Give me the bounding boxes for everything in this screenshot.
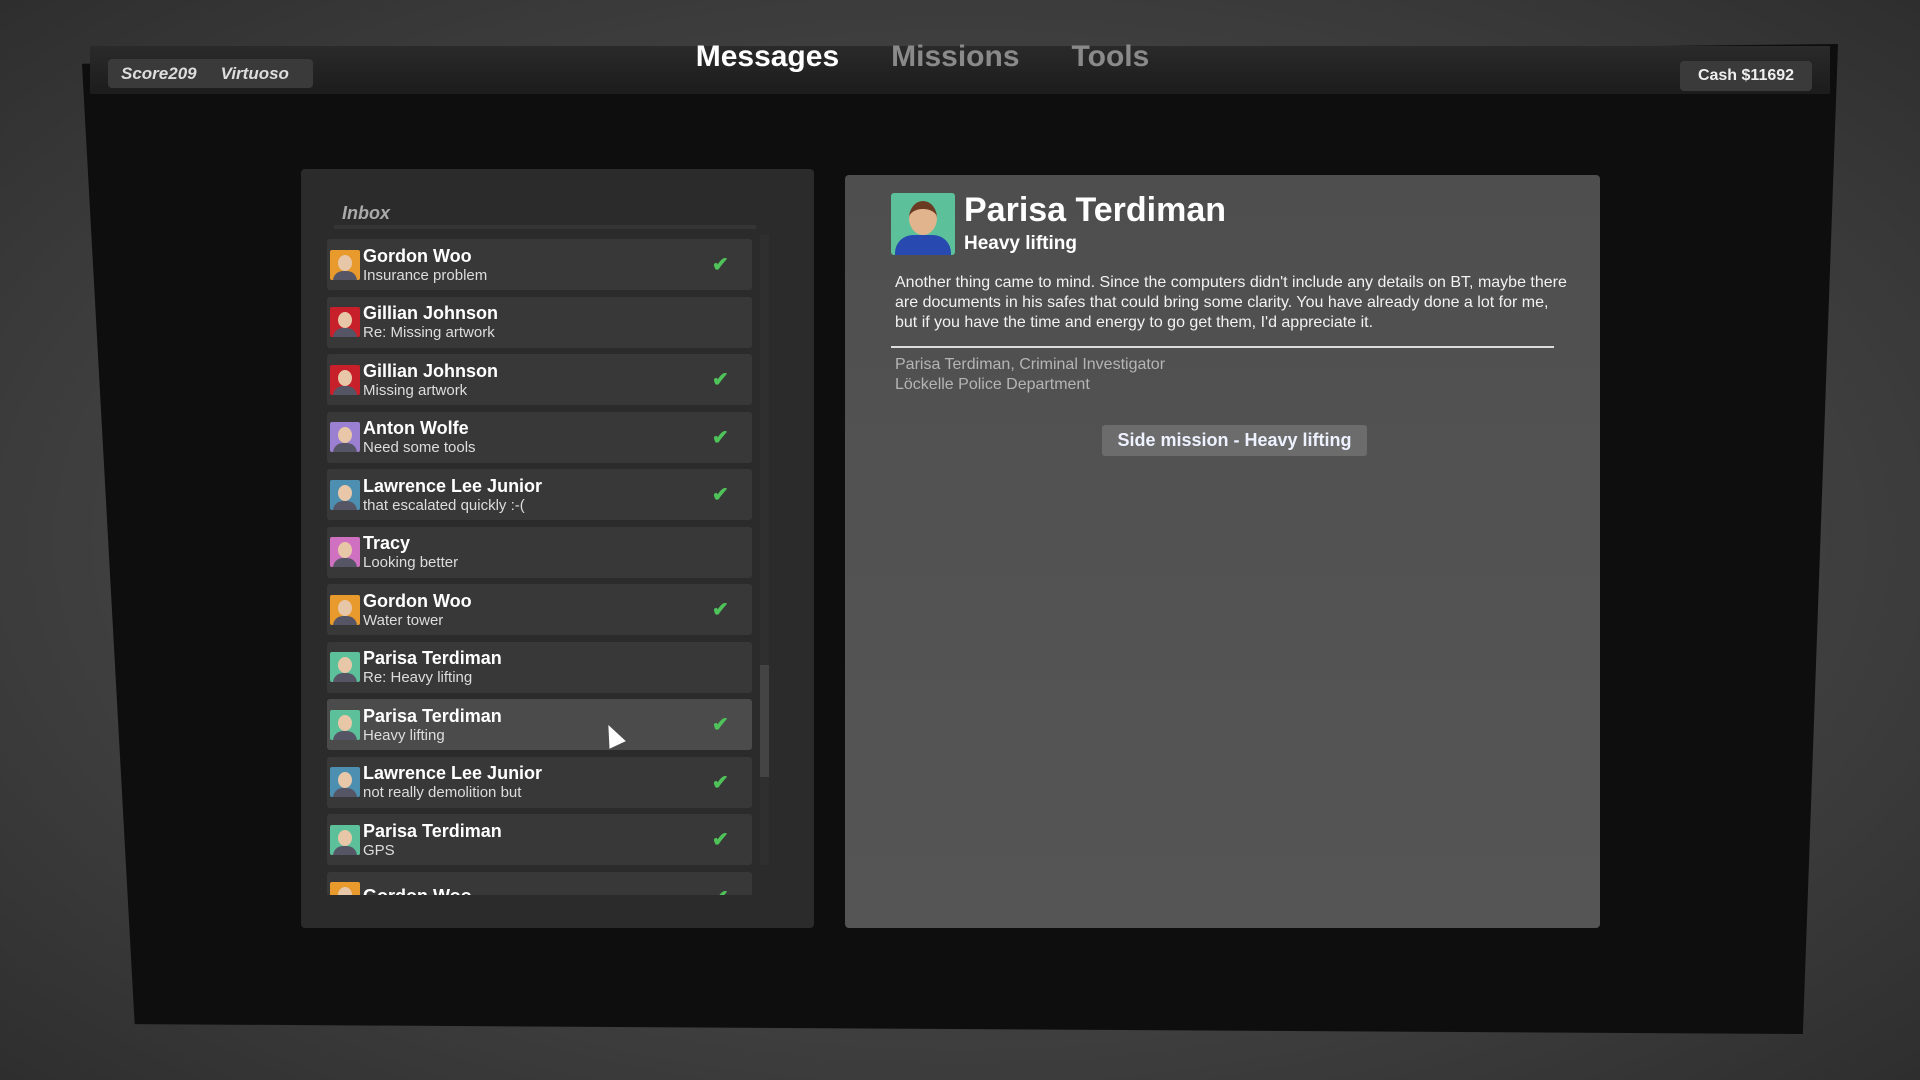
sender-name: Gordon Woo [363, 245, 472, 266]
inbox-item[interactable]: Parisa Terdiman Heavy lifting ✔ [327, 699, 752, 750]
message-signature: Parisa Terdiman, Criminal Investigator L… [895, 355, 1165, 395]
avatar [330, 652, 360, 682]
inbox-item[interactable]: Lawrence Lee Junior not really demolitio… [327, 756, 752, 808]
scrollbar-thumb[interactable] [760, 665, 769, 777]
sender-name: Anton Wolfe [363, 418, 469, 438]
sender-name: Gillian Johnson [363, 360, 499, 381]
message-body: Another thing came to mind. Since the co… [895, 274, 1567, 331]
checkmark-icon: ✔ [712, 254, 729, 276]
sender-avatar [891, 193, 955, 255]
message-subject: Need some tools [363, 439, 476, 456]
message-subject: that escalated quickly :-( [363, 496, 525, 514]
avatar [330, 307, 360, 337]
avatar [330, 824, 360, 855]
avatar [330, 709, 360, 740]
checkmark-icon: ✔ [712, 426, 729, 449]
sender-name: Gordon Woo [363, 887, 712, 896]
sender-name: Gordon Woo [363, 590, 472, 611]
avatar [330, 594, 360, 625]
avatar [330, 767, 360, 797]
avatar [330, 364, 360, 395]
scrollbar[interactable] [760, 235, 769, 865]
inbox-item[interactable]: Tracy Looking better [327, 526, 752, 578]
main-tabs: Messages Missions Tools [0, 40, 1920, 74]
inbox-item[interactable]: Gillian Johnson Re: Missing artwork [327, 296, 752, 348]
side-mission-button[interactable]: Side mission - Heavy lifting [1102, 425, 1367, 456]
sender-name: Parisa Terdiman [363, 648, 502, 668]
avatar [330, 537, 360, 567]
sender-name: Gillian Johnson [363, 303, 499, 323]
message-subject: Heavy lifting [363, 726, 445, 744]
message-sender: Parisa Terdiman [964, 191, 1227, 229]
checkmark-icon: ✔ [712, 829, 729, 851]
avatar [330, 249, 360, 280]
inbox-title: Inbox [342, 203, 390, 223]
signature-line-2: Löckelle Police Department [895, 376, 1090, 393]
message-subject: Heavy lifting [964, 233, 1077, 254]
message-subject: Looking better [363, 554, 459, 571]
divider [334, 225, 756, 229]
sender-name: Parisa Terdiman [363, 820, 502, 841]
inbox-item[interactable]: Parisa Terdiman GPS ✔ [327, 814, 752, 865]
inbox-item[interactable]: Gordon Woo Insurance problem ✔ [327, 239, 752, 290]
sender-name: Parisa Terdiman [363, 705, 502, 726]
avatar [330, 479, 360, 510]
inbox-item[interactable]: Gordon Woo ✔ [327, 871, 752, 896]
signature-line-1: Parisa Terdiman, Criminal Investigator [895, 356, 1166, 373]
avatar [330, 422, 360, 452]
message-subject: Water tower [363, 611, 444, 629]
sender-name: Lawrence Lee Junior [363, 475, 543, 496]
message-subject: Re: Heavy lifting [363, 669, 473, 686]
inbox-item[interactable]: Lawrence Lee Junior that escalated quick… [327, 469, 752, 520]
inbox-item[interactable]: Anton Wolfe Need some tools ✔ [327, 411, 752, 463]
inbox-panel: Inbox Gordon Woo Insurance problem ✔ Gil… [301, 169, 814, 928]
checkmark-icon: ✔ [712, 599, 729, 621]
inbox-item[interactable]: Gordon Woo Water tower ✔ [327, 584, 752, 635]
tab-messages[interactable]: Messages [696, 40, 839, 74]
message-subject: Re: Missing artwork [363, 324, 495, 341]
message-subject: Missing artwork [363, 381, 468, 399]
message-subject: not really demolition but [363, 784, 522, 801]
tab-missions[interactable]: Missions [891, 40, 1019, 74]
message-list: Gordon Woo Insurance problem ✔ Gillian J… [323, 235, 755, 895]
checkmark-icon: ✔ [712, 484, 729, 506]
checkmark-icon: ✔ [712, 771, 729, 794]
checkmark-icon: ✔ [712, 369, 729, 391]
inbox-item[interactable]: Parisa Terdiman Re: Heavy lifting [327, 641, 752, 693]
message-subject: GPS [363, 841, 395, 859]
cash-badge: Cash $11692 [1680, 61, 1812, 91]
sender-name: Lawrence Lee Junior [363, 763, 543, 783]
tab-tools[interactable]: Tools [1072, 40, 1150, 74]
divider [891, 346, 1554, 348]
sender-name: Tracy [363, 533, 411, 553]
message-detail-panel: Parisa Terdiman Heavy lifting Another th… [845, 175, 1600, 928]
checkmark-icon: ✔ [712, 885, 752, 896]
avatar [330, 882, 360, 895]
inbox-item[interactable]: Gillian Johnson Missing artwork ✔ [327, 354, 752, 405]
message-subject: Insurance problem [363, 266, 488, 284]
checkmark-icon: ✔ [712, 714, 729, 736]
